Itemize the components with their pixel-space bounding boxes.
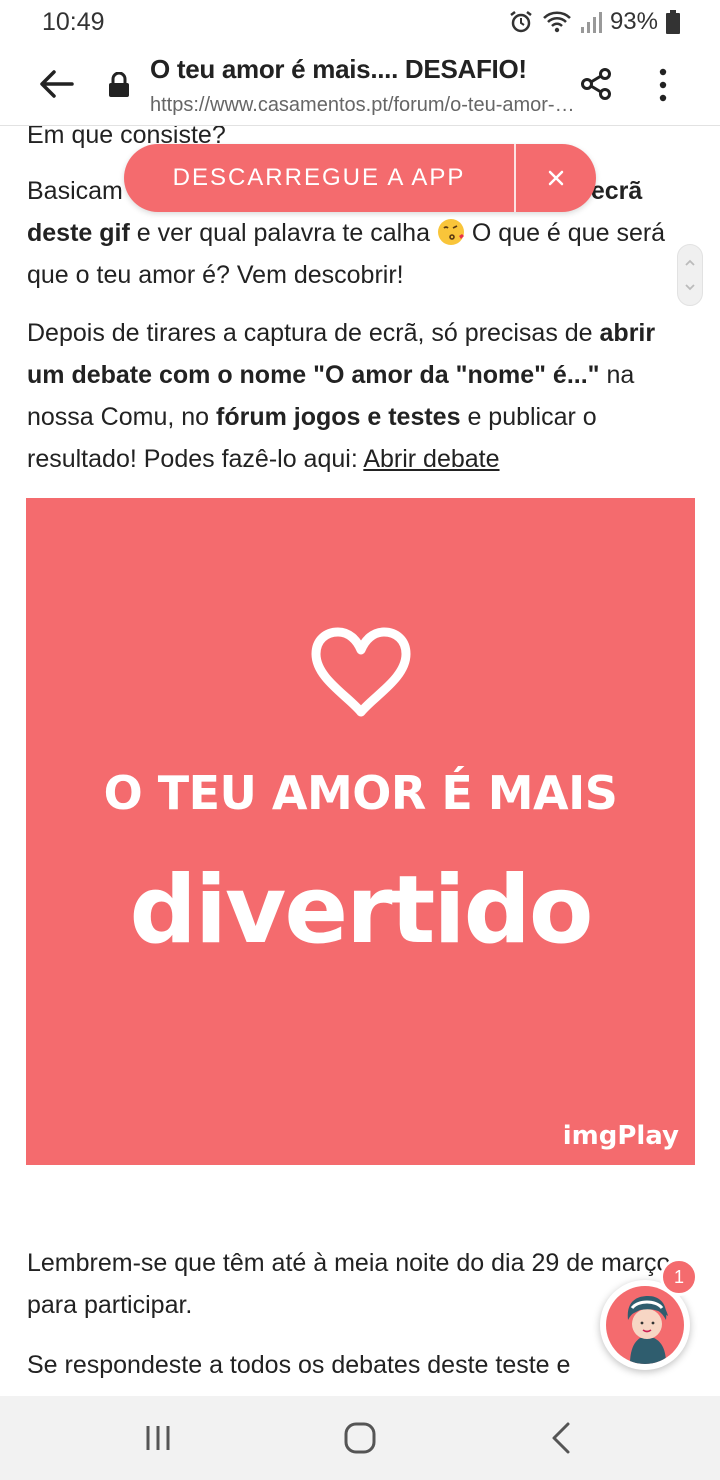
battery-percentage: 93% (609, 8, 658, 35)
paragraph-text: e ver qual palavra te calha (129, 219, 437, 247)
page-title: O teu amor é mais.... DESAFIO! (150, 54, 527, 84)
status-icons: 93% (508, 8, 680, 36)
paragraph-text: Basicam (27, 177, 123, 205)
paragraph-how-to: Depois de tirares a captura de ecrã, só … (27, 312, 697, 480)
gif-result-word: divertido (129, 856, 594, 965)
status-time: 10:49 (42, 8, 105, 36)
bold-text: fórum jogos e testes (216, 403, 461, 431)
lock-icon (109, 72, 129, 97)
download-app-button[interactable]: DESCARREGUE A APP (124, 144, 514, 212)
animated-gif: O TEU AMOR É MAIS divertido imgPlay (26, 498, 695, 1165)
share-icon[interactable] (578, 66, 614, 102)
browser-toolbar: O teu amor é mais.... DESAFIO! https://w… (0, 44, 720, 126)
close-icon (548, 170, 564, 186)
assistant-avatar (606, 1286, 684, 1364)
wifi-icon (543, 11, 571, 33)
status-bar: 10:49 93% (0, 0, 720, 44)
back-arrow-icon[interactable] (36, 64, 76, 104)
heart-icon (311, 627, 411, 717)
notification-badge: 1 (660, 1258, 698, 1296)
bold-text: ecrã (590, 177, 643, 205)
more-options-icon[interactable] (650, 66, 676, 104)
paragraph-partial: Se respondeste a todos os debates deste … (27, 1351, 571, 1379)
chevron-up-down-icon (685, 259, 695, 291)
assistant-avatar-icon (627, 1296, 668, 1364)
kissing-face-emoji-icon (437, 219, 464, 245)
imgplay-watermark: imgPlay (562, 1121, 679, 1151)
nav-back-icon[interactable] (548, 1420, 574, 1456)
scroll-handle[interactable] (677, 244, 703, 306)
system-navigation-bar (0, 1396, 720, 1480)
battery-icon (666, 10, 680, 34)
alarm-icon (510, 11, 532, 33)
page-url[interactable]: https://www.casamentos.pt/forum/o-teu-am… (150, 94, 575, 117)
home-icon[interactable] (342, 1420, 378, 1456)
download-app-banner: DESCARREGUE A APP (124, 144, 596, 212)
gif-headline: O TEU AMOR É MAIS (103, 766, 618, 820)
paragraph-text: Depois de tirares a captura de ecrã, só … (27, 319, 600, 347)
paragraph-deadline: Lembrem-se que têm até à meia noite do d… (27, 1249, 671, 1319)
open-debate-link[interactable]: Abrir debate (363, 445, 499, 473)
article-content: Em que consiste? Basicam ecrã deste gif e… (0, 126, 720, 1396)
signal-icon (580, 12, 602, 33)
recent-apps-icon[interactable] (142, 1422, 174, 1454)
bold-text: deste gif (27, 219, 130, 247)
close-banner-button[interactable] (516, 144, 596, 212)
